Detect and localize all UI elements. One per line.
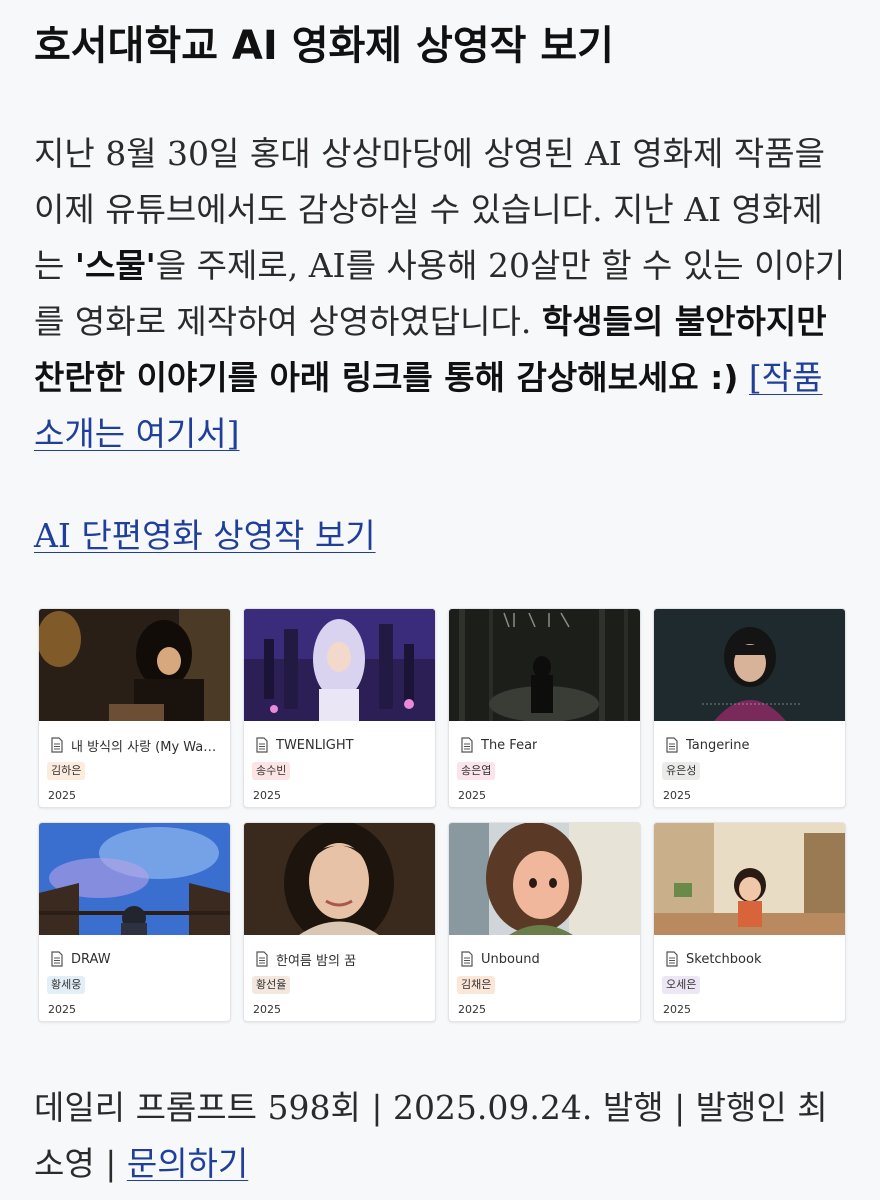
- film-title-row: Unbound: [460, 949, 630, 969]
- film-year: 2025: [663, 1003, 691, 1016]
- author-tag: 유은성: [662, 762, 701, 780]
- film-year: 2025: [663, 789, 691, 802]
- document-icon: [666, 737, 678, 753]
- film-thumbnail: [244, 823, 435, 945]
- document-icon: [256, 951, 268, 967]
- film-title-row: The Fear: [460, 735, 630, 755]
- film-year: 2025: [253, 789, 281, 802]
- newsletter-page: 호서대학교 AI 영화제 상영작 보기 지난 8월 30일 홍대 상상마당에 상…: [0, 0, 880, 1200]
- film-gallery: 내 방식의 사랑 (My Way ... 김하은 2025 TWENLIGHT …: [38, 608, 846, 1022]
- film-card[interactable]: DRAW 황세웅 2025: [38, 822, 231, 1022]
- page-title: 호서대학교 AI 영화제 상영작 보기: [34, 23, 614, 69]
- author-tag: 송은엽: [457, 762, 496, 780]
- film-card[interactable]: The Fear 송은엽 2025: [448, 608, 641, 808]
- film-card[interactable]: Tangerine 유은성 2025: [653, 608, 846, 808]
- author-tag: 송수빈: [252, 762, 291, 780]
- film-card[interactable]: TWENLIGHT 송수빈 2025: [243, 608, 436, 808]
- film-title-row: 내 방식의 사랑 (My Way ...: [50, 735, 220, 755]
- intro-paragraph: 지난 8월 30일 홍대 상상마당에 상영된 AI 영화제 작품을 이제 유튜브…: [34, 126, 849, 462]
- intro-theme: '스물': [74, 246, 156, 285]
- author-tag: 황선율: [252, 976, 291, 994]
- film-title: Sketchbook: [686, 951, 762, 967]
- film-card[interactable]: Unbound 김채은 2025: [448, 822, 641, 1022]
- film-title: 한여름 밤의 꿈: [276, 953, 357, 969]
- film-title: The Fear: [481, 737, 538, 753]
- document-icon: [51, 951, 63, 967]
- film-year: 2025: [458, 1003, 486, 1016]
- film-thumbnail: [39, 823, 230, 935]
- document-icon: [461, 737, 473, 753]
- author-tag: 오세은: [662, 976, 701, 994]
- author-tag: 김채은: [457, 976, 496, 994]
- document-icon: [256, 737, 268, 753]
- film-title: 내 방식의 사랑 (My Way ...: [71, 739, 220, 755]
- author-tag: 황세웅: [47, 976, 86, 994]
- film-title: TWENLIGHT: [276, 737, 354, 753]
- film-title: Unbound: [481, 951, 540, 967]
- section-link-shorts[interactable]: AI 단편영화 상영작 보기: [34, 508, 376, 564]
- film-title-row: Sketchbook: [665, 949, 835, 969]
- film-thumbnail: [654, 823, 845, 935]
- document-icon: [666, 951, 678, 967]
- film-year: 2025: [253, 1003, 281, 1016]
- footer-info: 데일리 프롬프트 598회 | 2025.09.24. 발행 | 발행인 최소영…: [34, 1080, 854, 1192]
- film-thumbnail: [39, 609, 230, 721]
- contact-link[interactable]: 문의하기: [127, 1144, 248, 1183]
- film-title-row: DRAW: [50, 949, 220, 969]
- author-tag: 김하은: [47, 762, 86, 780]
- film-title-row: 한여름 밤의 꿈: [255, 949, 425, 969]
- film-thumbnail: [449, 609, 640, 722]
- film-card[interactable]: 내 방식의 사랑 (My Way ... 김하은 2025: [38, 608, 231, 808]
- film-title-row: TWENLIGHT: [255, 735, 425, 755]
- document-icon: [51, 737, 63, 753]
- document-icon: [461, 951, 473, 967]
- film-year: 2025: [48, 789, 76, 802]
- film-title: Tangerine: [686, 737, 750, 753]
- film-thumbnail: [244, 609, 435, 721]
- film-title: DRAW: [71, 951, 111, 967]
- film-thumbnail: [654, 609, 845, 721]
- film-year: 2025: [458, 789, 486, 802]
- film-card[interactable]: Sketchbook 오세은 2025: [653, 822, 846, 1022]
- film-title-row: Tangerine: [665, 735, 835, 755]
- film-year: 2025: [48, 1003, 76, 1016]
- film-thumbnail: [449, 823, 640, 935]
- film-card[interactable]: 한여름 밤의 꿈 황선율 2025: [243, 822, 436, 1022]
